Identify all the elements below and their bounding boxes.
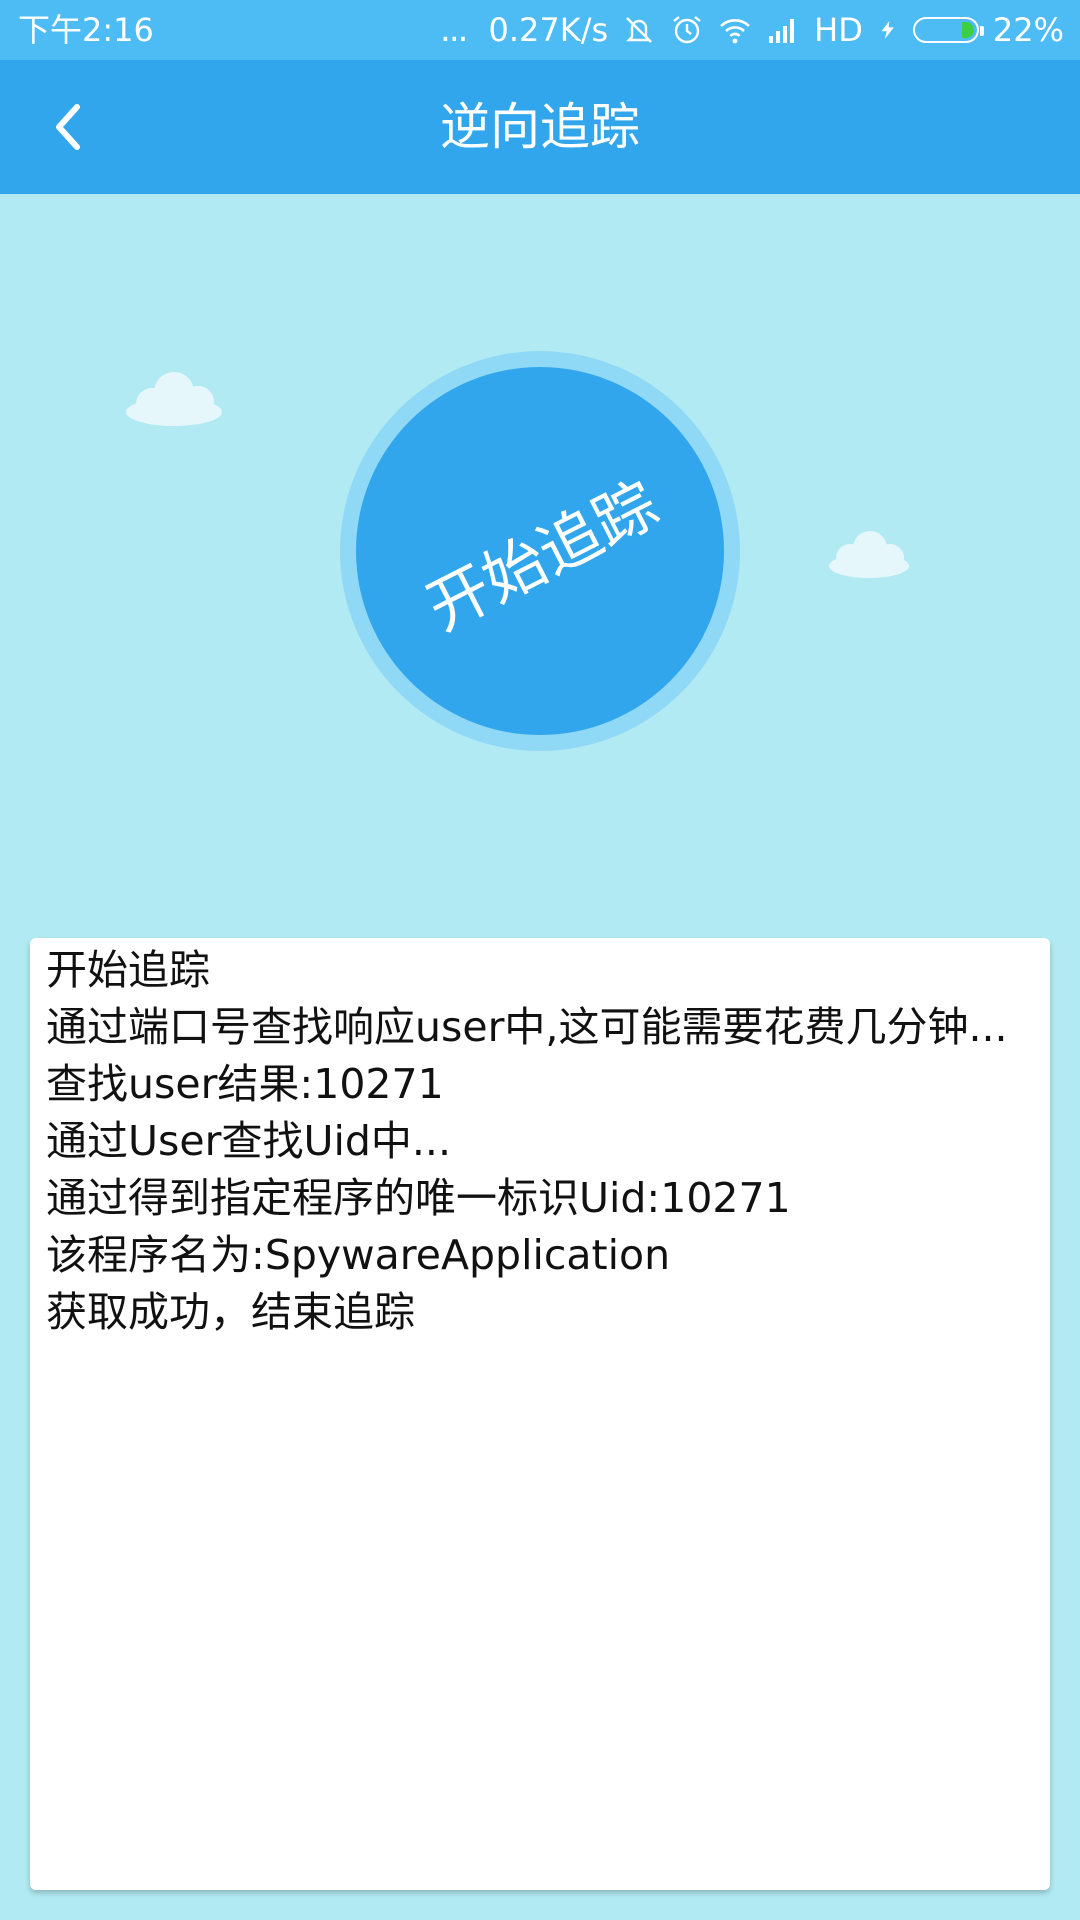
mute-icon [626, 17, 653, 43]
battery-icon [912, 17, 984, 43]
charging-icon [881, 20, 894, 40]
status-icons: ... 0.27K/s HD 22% [440, 10, 1064, 50]
log-line: 查找user结果:10271 [46, 1060, 444, 1108]
app-bar: 逆向追踪 [0, 60, 1080, 194]
start-tracking-button[interactable]: 开始追踪 [356, 367, 724, 735]
log-line: 通过端口号查找响应user中,这可能需要花费几分钟... [46, 1003, 1008, 1051]
log-line: 通过得到指定程序的唯一标识Uid:10271 [46, 1174, 791, 1222]
more-notifications-indicator: ... [440, 10, 468, 50]
battery-level-fill [961, 22, 974, 38]
start-tracking-label: 开始追踪 [415, 467, 670, 645]
log-line: 获取成功，结束追踪 [46, 1288, 415, 1336]
log-lines: 开始追踪通过端口号查找响应user中,这可能需要花费几分钟... 查找user结果… [46, 942, 1034, 1341]
network-speed: 0.27K/s [488, 11, 609, 49]
log-line: 通过User查找Uid中... [46, 1117, 451, 1165]
status-bar: 下午2:16 ... 0.27K/s HD 22% [0, 0, 1080, 60]
status-time: 下午2:16 [18, 11, 154, 49]
signal-icon [769, 19, 795, 43]
cloud-left-icon [126, 372, 222, 426]
battery-percent: 22% [992, 11, 1064, 49]
network-type: HD [814, 11, 863, 49]
cloud-right-icon [829, 531, 909, 578]
log-line: 该程序名为:SpywareApplication [46, 1231, 671, 1279]
wifi-icon [720, 19, 751, 44]
page-title: 逆向追踪 [440, 98, 640, 156]
start-button-ring: 开始追踪 [340, 351, 740, 751]
alarm-icon [673, 16, 701, 44]
log-line: 开始追踪 [46, 946, 210, 994]
log-panel: 开始追踪通过端口号查找响应user中,这可能需要花费几分钟... 查找user结果… [30, 938, 1050, 1890]
